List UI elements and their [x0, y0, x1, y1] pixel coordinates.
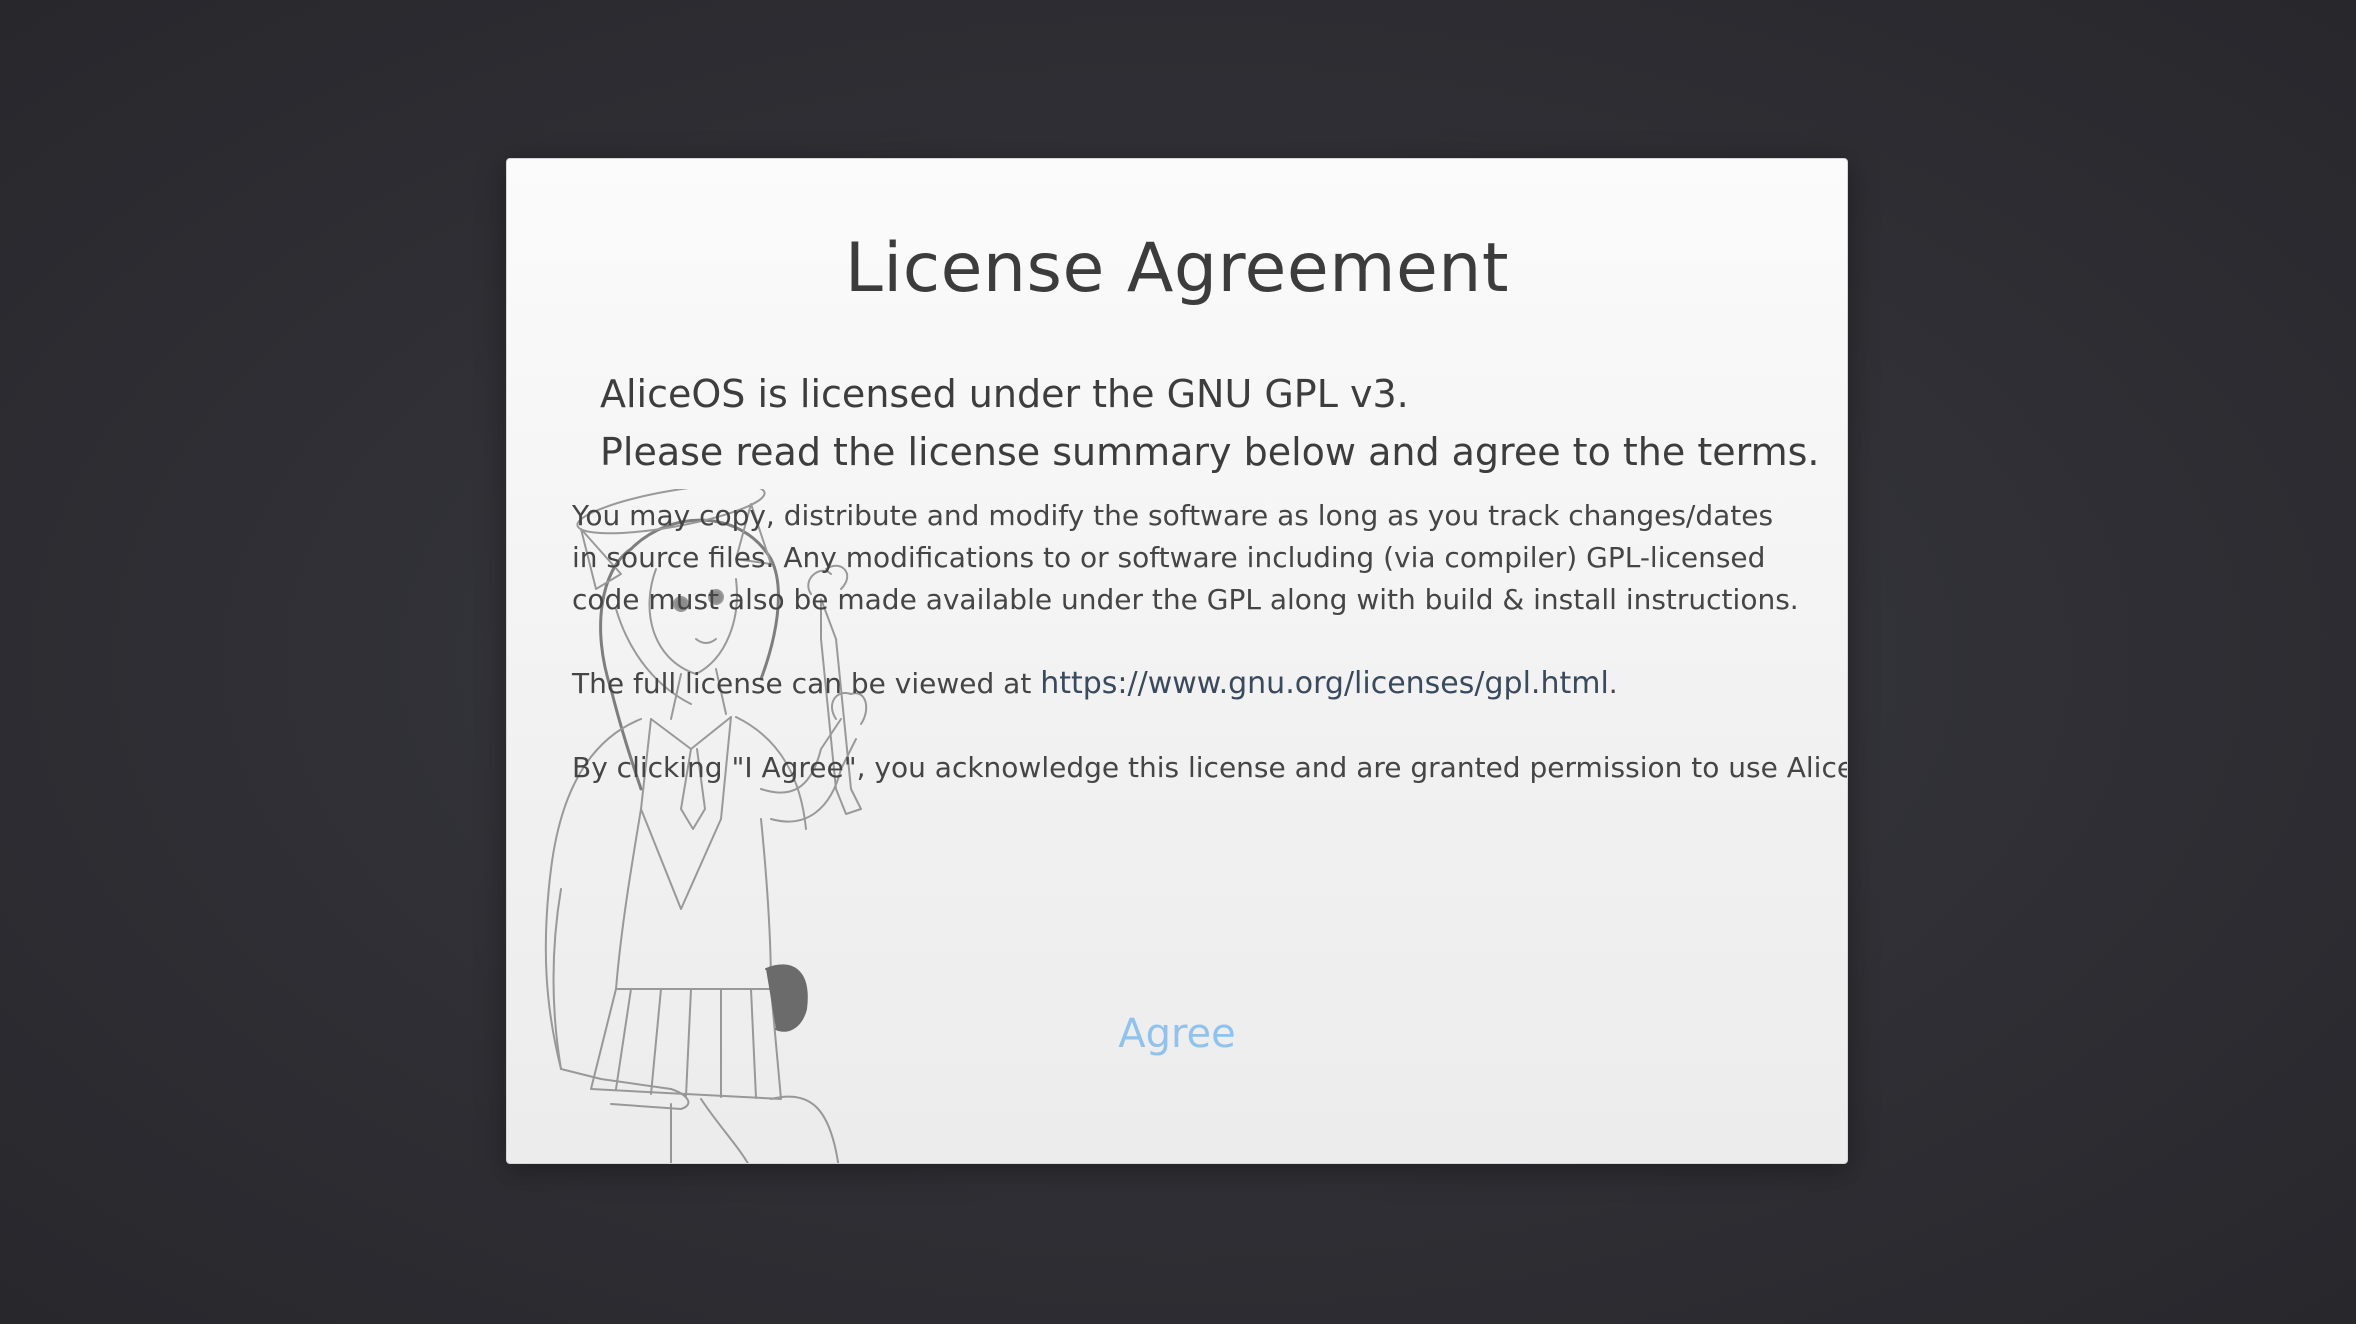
dialog-title: License Agreement	[844, 229, 1510, 308]
agree-button[interactable]: Agree	[507, 1011, 1847, 1057]
gpl-license-link[interactable]: https://www.gnu.org/licenses/gpl.html	[1040, 666, 1609, 701]
full-license-line: The full license can be viewed at https:…	[572, 663, 1802, 705]
full-license-prefix: The full license can be viewed at	[572, 667, 1041, 700]
license-dialog: License Agreement AliceOS is licensed un…	[506, 158, 1848, 1164]
acknowledge-text: By clicking "I Agree", you acknowledge t…	[572, 751, 1848, 784]
intro-line-license: AliceOS is licensed under the GNU GPL v3…	[600, 372, 1409, 416]
intro-text: AliceOS is licensed under the GNU GPL v3…	[600, 365, 1819, 481]
full-license-suffix: .	[1608, 667, 1618, 700]
summary-line: in source files. Any modifications to or…	[572, 541, 1766, 574]
intro-line-instructions: Please read the license summary below an…	[600, 430, 1820, 474]
summary-line: You may copy, distribute and modify the …	[572, 499, 1774, 532]
license-summary: You may copy, distribute and modify the …	[572, 495, 1848, 789]
summary-line: code must also be made available under t…	[572, 583, 1799, 616]
